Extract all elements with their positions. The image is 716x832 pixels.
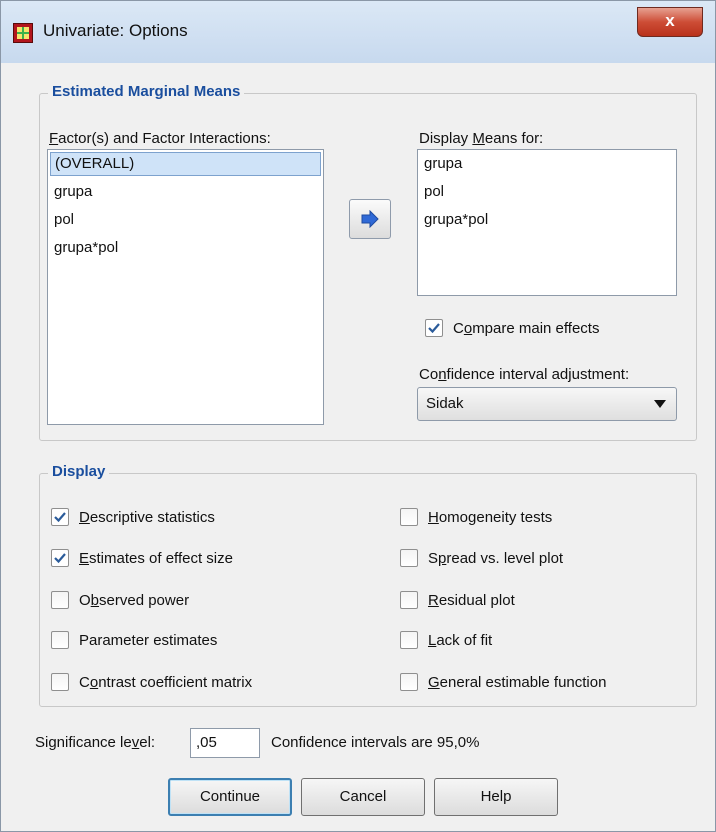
compare-label-mnemonic: o xyxy=(463,320,473,337)
checkmark-icon xyxy=(428,323,440,334)
right-arrow-icon xyxy=(361,210,379,228)
label-post: escriptive statistics xyxy=(89,509,215,526)
label-mnemonic: R xyxy=(428,592,439,609)
factor-item-pol[interactable]: pol xyxy=(50,208,321,232)
display-item-pol[interactable]: pol xyxy=(420,180,674,204)
display-item-grupa-pol[interactable]: grupa*pol xyxy=(420,208,674,232)
descriptive-statistics-checkbox[interactable] xyxy=(51,508,69,526)
window-title: Univariate: Options xyxy=(43,21,188,40)
checkmark-icon xyxy=(54,553,66,564)
label-post: ack of fit xyxy=(436,632,493,649)
parameter-estimates-label[interactable]: Parameter estimates xyxy=(79,632,217,649)
label-pre: S xyxy=(428,550,439,567)
label-mnemonic: E xyxy=(79,550,90,567)
spss-app-icon xyxy=(13,23,33,43)
contrast-coefficient-matrix-label[interactable]: Contrast coefficient matrix xyxy=(79,674,252,691)
parameter-estimates-checkbox[interactable] xyxy=(51,631,69,649)
estimates-of-effect-size-checkbox[interactable] xyxy=(51,549,69,567)
residual-plot-checkbox[interactable] xyxy=(400,591,418,609)
compare-label-post: mpare main effects xyxy=(472,320,600,337)
compare-main-effects-checkbox[interactable] xyxy=(425,319,443,337)
display-label-pre: Display xyxy=(419,130,473,147)
display-item-grupa[interactable]: grupa xyxy=(420,152,674,176)
general-estimable-function-label[interactable]: General estimable function xyxy=(428,674,606,691)
observed-power-label[interactable]: Observed power xyxy=(79,592,189,609)
cancel-button[interactable]: Cancel xyxy=(301,778,425,816)
significance-level-label: Significance level: xyxy=(35,734,155,751)
compare-label-pre: C xyxy=(453,320,464,337)
label-pre: O xyxy=(79,592,91,609)
factors-label-mnemonic: F xyxy=(49,130,59,147)
ci-adjustment-dropdown[interactable]: Sidak xyxy=(417,387,677,421)
close-button[interactable]: x xyxy=(637,7,703,37)
display-means-listbox[interactable]: grupa pol grupa*pol xyxy=(417,149,677,296)
observed-power-checkbox[interactable] xyxy=(51,591,69,609)
label-post: esidual plot xyxy=(438,592,515,609)
contrast-coefficient-matrix-checkbox[interactable] xyxy=(51,673,69,691)
factors-listbox[interactable]: (OVERALL) grupa pol grupa*pol xyxy=(47,149,324,425)
general-estimable-function-checkbox[interactable] xyxy=(400,673,418,691)
homogeneity-tests-checkbox[interactable] xyxy=(400,508,418,526)
label-post: read vs. level plot xyxy=(446,550,564,567)
checkmark-icon xyxy=(54,512,66,523)
display-label-post: eans for: xyxy=(484,130,544,147)
move-to-display-button[interactable] xyxy=(349,199,391,239)
options-dialog: Univariate: Options x Estimated Marginal… xyxy=(0,0,716,832)
compare-main-effects-label[interactable]: Compare main effects xyxy=(453,320,599,337)
label-post: omogeneity tests xyxy=(438,509,553,526)
descriptive-statistics-label[interactable]: Descriptive statistics xyxy=(79,509,215,526)
label-mnemonic: H xyxy=(428,509,439,526)
display-legend: Display xyxy=(48,463,110,480)
estimates-of-effect-size-label[interactable]: Estimates of effect size xyxy=(79,550,233,567)
dialog-body: Estimated Marginal Means Factor(s) and F… xyxy=(9,63,709,825)
ci-adjustment-label: Confidence interval adjustment: xyxy=(419,366,629,383)
ci-adjustment-value: Sidak xyxy=(426,395,464,412)
display-label-mnemonic: M xyxy=(472,130,485,147)
close-icon: x xyxy=(665,11,675,30)
label-post: ntrast coefficient matrix xyxy=(98,674,253,691)
homogeneity-tests-label[interactable]: Homogeneity tests xyxy=(428,509,552,526)
ci-label-pre: Co xyxy=(419,366,439,383)
ci-label-mnemonic: n xyxy=(438,366,447,383)
factors-label-post: actor(s) and Factor Interactions: xyxy=(58,130,271,147)
title-bar: Univariate: Options x xyxy=(1,1,715,63)
label-pre: C xyxy=(79,674,90,691)
label-mnemonic: b xyxy=(90,592,100,609)
label-post: served power xyxy=(99,592,190,609)
sig-label-pre: Significance le xyxy=(35,734,132,751)
ci-label-post: fidence interval adjustment: xyxy=(446,366,630,383)
factor-item-grupa[interactable]: grupa xyxy=(50,180,321,204)
factor-item-grupa-pol[interactable]: grupa*pol xyxy=(50,236,321,260)
sig-label-post: el: xyxy=(139,734,156,751)
confidence-intervals-text: Confidence intervals are 95,0% xyxy=(271,734,480,751)
significance-level-input[interactable]: ,05 xyxy=(190,728,260,758)
factor-item-overall[interactable]: (OVERALL) xyxy=(50,152,321,176)
label-mnemonic: G xyxy=(428,674,440,691)
residual-plot-label[interactable]: Residual plot xyxy=(428,592,515,609)
display-means-label: Display Means for: xyxy=(419,130,543,147)
continue-button[interactable]: Continue xyxy=(168,778,292,816)
spread-vs-level-plot-checkbox[interactable] xyxy=(400,549,418,567)
label-mnemonic: o xyxy=(89,674,99,691)
label-post: stimates of effect size xyxy=(89,550,233,567)
label-pre: Parameter estimates xyxy=(79,632,218,649)
spread-vs-level-plot-label[interactable]: Spread vs. level plot xyxy=(428,550,563,567)
label-post: eneral estimable function xyxy=(439,674,607,691)
lack-of-fit-checkbox[interactable] xyxy=(400,631,418,649)
lack-of-fit-label[interactable]: Lack of fit xyxy=(428,632,492,649)
factors-label: Factor(s) and Factor Interactions: xyxy=(49,130,271,147)
dropdown-arrow-icon xyxy=(654,400,666,408)
help-button[interactable]: Help xyxy=(434,778,558,816)
label-mnemonic: D xyxy=(79,509,90,526)
emm-legend: Estimated Marginal Means xyxy=(48,83,245,100)
